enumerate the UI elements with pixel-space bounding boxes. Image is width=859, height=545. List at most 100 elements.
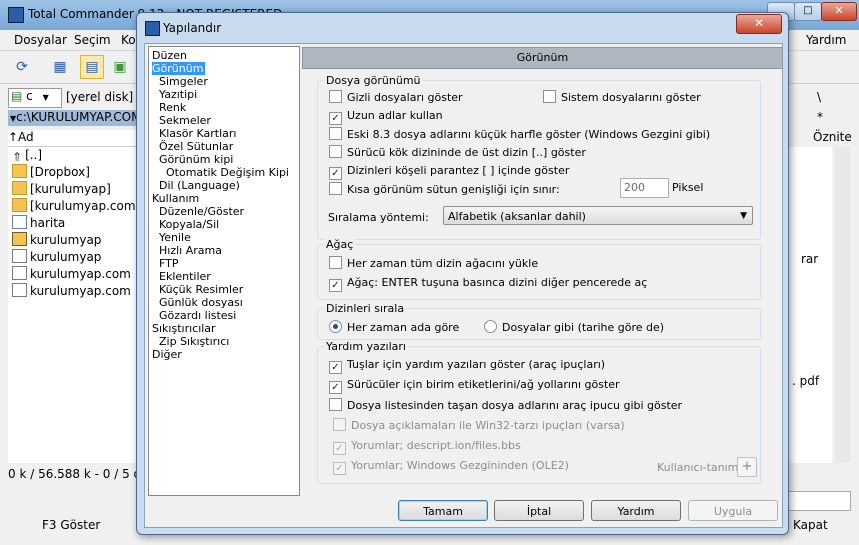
lowercase-83-checkbox[interactable]: Eski 8.3 dosya adlarını küçük harfle gös… [329,127,710,142]
f3-view-button[interactable]: F3 Göster [42,518,100,532]
sort-method-select[interactable]: Alfabetik (aksanlar dahil) ▼ [443,206,753,225]
checkbox-label: Dosya açıklamaları ile Win32-tarzı ipuçl… [351,419,625,432]
explorer-comments-checkbox[interactable]: ✓ Yorumlar; Windows Gezgininden (OLE2) [333,459,569,475]
long-names-checkbox[interactable]: ✓ Uzun adlar kullan [329,109,443,125]
drive-labels-checkbox[interactable]: ✓ Sürücüler için birim etiketlerini/ağ yo… [329,378,620,394]
dialog-titlebar[interactable]: Yapılandır ✕ [137,13,788,43]
file-row[interactable]: [kurulumyap] [8,181,138,198]
thumbnail-view-button[interactable]: ▣ [108,55,132,79]
button-tips-checkbox[interactable]: ✓ Tuşlar için yardım yazıları göster (ara… [329,358,605,374]
tree-item[interactable]: Eklentiler [159,270,211,283]
show-system-checkbox[interactable]: Sistem dosyalarını göster [543,90,701,105]
tree-item[interactable]: Yenile [159,231,191,244]
checkbox-label: Yorumlar; Windows Gezgininden (OLE2) [351,459,569,472]
tree-item[interactable]: Yazıtipi [159,88,197,101]
checkbox-box: ✓ [329,279,342,292]
tree-item[interactable]: Küçük Resimler [159,283,243,296]
root-parent-checkbox[interactable]: Sürücü kök dizininde de üst dizin [..] g… [329,145,586,160]
show-hidden-checkbox[interactable]: Gizli dosyaları göster [329,90,463,105]
tree-item[interactable]: Görünüm kipi [159,153,233,166]
right-file-pdf[interactable]: . pdf [792,374,819,388]
file-row[interactable]: [Dropbox] [8,164,138,181]
column-header-name[interactable]: ↑Ad [8,130,138,147]
brief-view-button[interactable]: ▦ [48,55,72,79]
dialog-icon [145,21,160,36]
dialog-close-button[interactable]: ✕ [736,14,782,34]
right-star-button[interactable]: * [817,110,823,124]
left-path: c:\KURULUMYAP.COM [16,110,140,124]
tree-item[interactable]: Düzen [152,49,187,62]
folder-icon [12,164,27,178]
file-row[interactable]: kurulumyap [8,232,138,249]
apply-button[interactable]: Uygula [688,500,778,521]
full-view-button[interactable]: ▤ [80,55,104,79]
right-backslash-button[interactable]: \ [817,90,821,104]
ok-button[interactable]: Tamam [398,500,488,521]
tree-item[interactable]: Diğer [152,348,182,361]
tree-item[interactable]: Hızlı Arama [159,244,222,257]
maximize-button[interactable]: □ [794,2,822,21]
pixels-input[interactable]: 200 [620,178,669,198]
right-file-list[interactable] [787,147,832,463]
column-header-attributes[interactable]: Öznite [813,130,852,144]
descript-checkbox[interactable]: ✓ Yorumlar; descript.ion/files.bbs [333,439,521,455]
right-file-rar[interactable]: rar [801,252,818,266]
refresh-button[interactable]: ⟳ [10,55,34,79]
cancel-button[interactable]: İptal [494,500,584,521]
tree-item[interactable]: Görünüm [152,62,206,75]
file-row[interactable]: kurulumyap.com [8,283,138,300]
file-row[interactable]: kurulumyap [8,249,138,266]
file-row[interactable]: kurulumyap.com [8,266,138,283]
tree-item[interactable]: Kullanım [152,192,199,205]
close-button[interactable]: ✕ [821,2,857,21]
checkbox-label: Dosya listesinden taşan dosya adlarını a… [347,399,683,412]
tree-item[interactable]: Simgeler [159,75,208,88]
file-name: [Dropbox] [30,165,90,179]
sort-by-name-radio[interactable]: Her zaman ada göre [329,320,459,335]
brackets-checkbox[interactable]: ✓ Dizinleri köşeli parantez [ ] içinde gö… [329,164,569,180]
short-width-checkbox[interactable]: Kısa görünüm sütun genişliği için sınır: [329,182,560,197]
left-file-list[interactable]: ⇑ [..] [Dropbox] [kurulumyap] [kurulumyap.co… [8,147,140,463]
overflow-names-checkbox[interactable]: Dosya listesinden taşan dosya adlarını a… [329,398,682,413]
brief-view-icon: ▦ [53,59,67,75]
menu-selection[interactable]: Seçim [74,33,111,47]
tree-item[interactable]: Sıkıştırıcılar [152,322,216,335]
tree-item[interactable]: Klasör Kartları [159,127,236,140]
tree-enter-checkbox[interactable]: ✓ Ağaç: ENTER tuşuna basınca dizini diğer… [329,276,647,292]
tree-item[interactable]: Otomatik Değişim Kipi [166,166,289,179]
tree-item[interactable]: Özel Sütunlar [159,140,233,153]
win32-tips-checkbox[interactable]: Dosya açıklamaları ile Win32-tarzı ipuçl… [333,418,625,433]
tree-item[interactable]: Gözardı listesi [159,309,236,322]
right-scrollbar[interactable] [835,147,850,463]
tree-item[interactable]: Dil (Language) [159,179,240,192]
menu-files[interactable]: Dosyalar [14,33,67,47]
help-button[interactable]: Yardım [591,500,681,521]
folder-icon [12,181,27,195]
always-load-tree-checkbox[interactable]: Her zaman tüm dizin ağacını yükle [329,256,538,271]
tree-item[interactable]: Kopyala/Sil [159,218,219,231]
menu-help[interactable]: Yardım [806,33,846,47]
radio-dot [329,320,342,333]
checkbox-box: ✓ [329,361,342,374]
close-fkey-button[interactable]: Kapat [793,518,828,532]
sort-method-label: Sıralama yöntemi: [328,211,429,224]
tree-item[interactable]: Renk [159,101,186,114]
menu-commands[interactable]: Ko [121,33,136,47]
drive-select[interactable]: ▤ c ▼ [8,88,62,108]
tree-item[interactable]: Zip Sıkıştırıcı [159,335,229,348]
file-row[interactable]: harita [8,215,138,232]
tree-item[interactable]: Günlük dosyası [159,296,243,309]
file-row[interactable]: [kurulumyap.com] [8,198,140,215]
tree-item[interactable]: Düzenle/Göster [159,205,244,218]
file-name: kurulumyap.com [30,267,131,281]
tree-item[interactable]: Sekmeler [159,114,211,127]
checkbox-label: Kısa görünüm sütun genişliği için sınır: [347,183,560,196]
left-path-bar[interactable]: ▼c:\KURULUMYAP.COM [8,110,140,126]
file-row[interactable]: ⇑ [..] [8,147,138,164]
user-defined-add-button[interactable]: + [737,457,757,477]
settings-tree[interactable]: Düzen Görünüm Simgeler Yazıtipi Renk Sekmeler… [148,46,300,496]
thumbnail-icon: ▣ [113,59,127,75]
tree-item[interactable]: FTP [159,257,179,270]
right-command-combo[interactable] [787,491,851,511]
sort-like-files-radio[interactable]: Dosyalar gibi (tarihe göre de) [484,320,664,335]
